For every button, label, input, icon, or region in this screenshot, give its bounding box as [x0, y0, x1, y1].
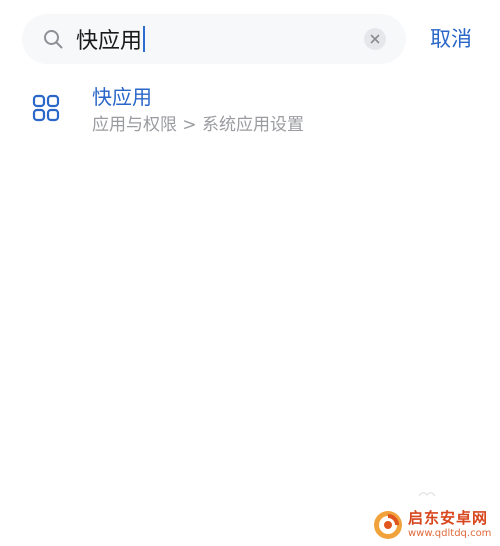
watermark-url: www.qdltdq.com	[408, 528, 492, 539]
search-input[interactable]: 快应用	[76, 20, 146, 58]
watermark-text: 启东安卓网 www.qdltdq.com	[408, 511, 491, 539]
watermark-logo-icon	[374, 511, 402, 539]
faint-mark-icon	[418, 492, 436, 497]
clear-search-button[interactable]	[364, 28, 386, 50]
cancel-button[interactable]: 取消	[430, 24, 472, 54]
grid-apps-icon	[32, 94, 60, 122]
search-screen: 快应用 取消 快应用 应用与权限 > 系统应用设置 启东安卓网 www.qdlt…	[0, 0, 500, 546]
close-icon	[370, 34, 380, 44]
text-caret	[143, 26, 146, 52]
watermark-title: 启东安卓网	[408, 509, 489, 527]
search-result-item[interactable]: 快应用 应用与权限 > 系统应用设置	[0, 78, 500, 148]
search-query: 快应用	[76, 29, 143, 54]
result-path: 应用与权限 > 系统应用设置	[92, 115, 305, 135]
search-bar[interactable]: 快应用	[22, 14, 406, 64]
result-title: 快应用	[92, 85, 152, 109]
watermark: 启东安卓网 www.qdltdq.com	[372, 508, 491, 542]
search-icon	[44, 30, 63, 49]
